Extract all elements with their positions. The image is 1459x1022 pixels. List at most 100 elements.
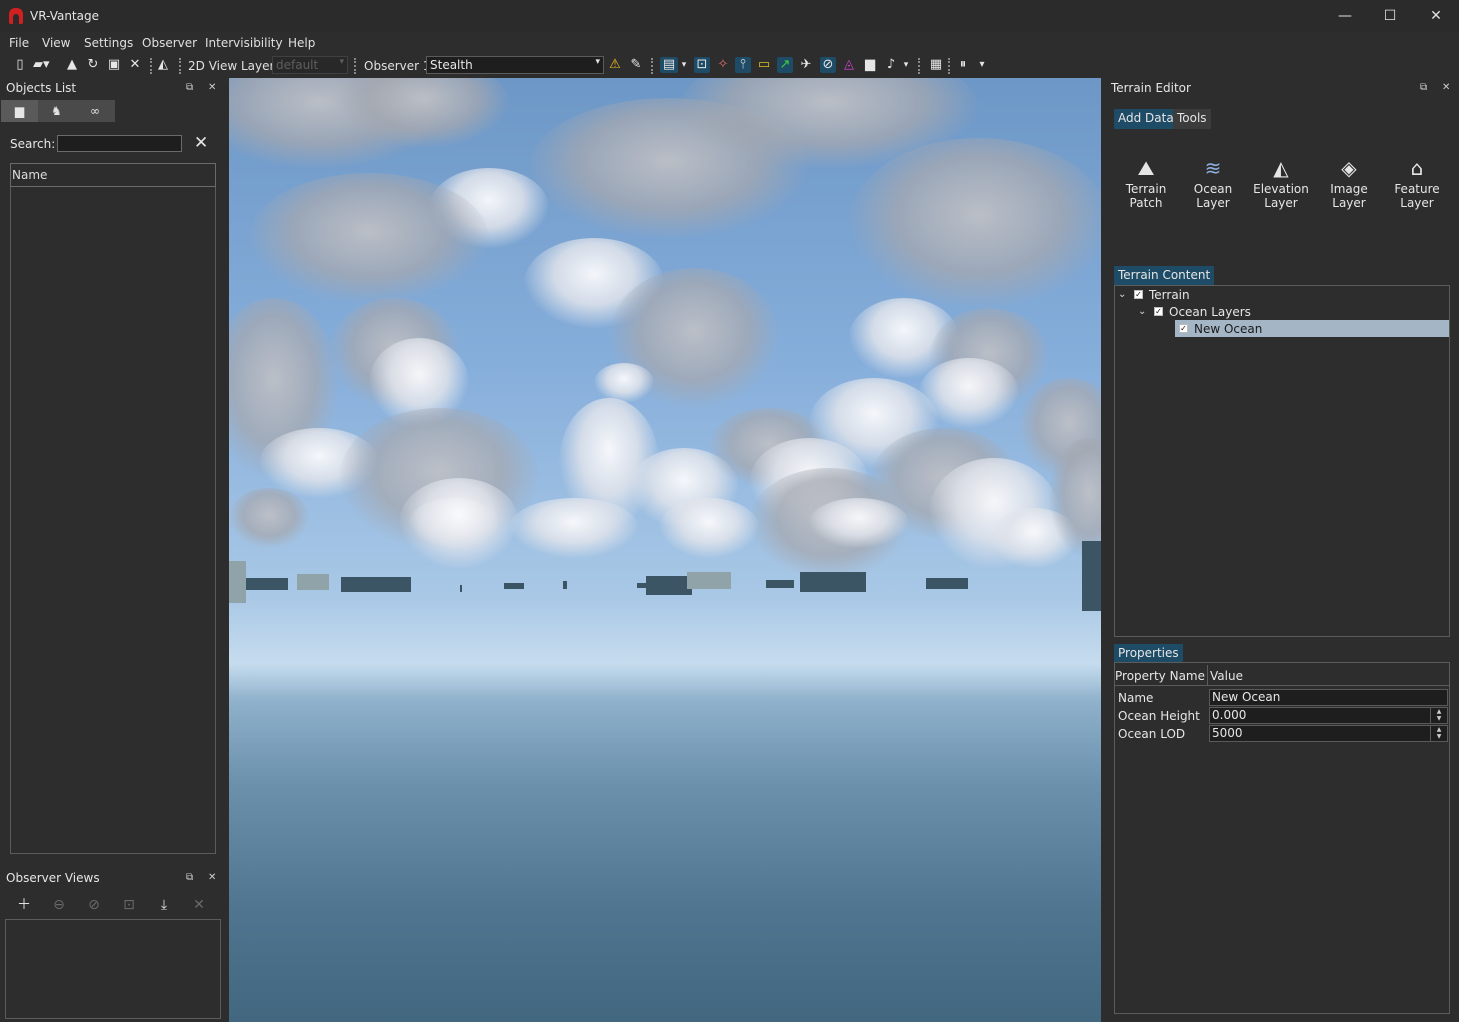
aircraft-icon[interactable]: ✈ bbox=[798, 57, 814, 73]
menu-observer[interactable]: Observer bbox=[142, 36, 197, 50]
chevron-down-icon: ▾ bbox=[339, 57, 344, 67]
tree-item-terrain[interactable]: ⌄ ✓ Terrain bbox=[1118, 286, 1190, 303]
column-header-value[interactable]: Value bbox=[1210, 669, 1243, 683]
add-elevation-layer-button[interactable]: ◭ Elevation Layer bbox=[1250, 154, 1312, 210]
chevron-down-icon[interactable]: ▾ bbox=[901, 57, 911, 73]
chevron-down-icon[interactable]: ▾ bbox=[679, 57, 689, 73]
minimize-button[interactable]: — bbox=[1322, 0, 1368, 32]
map-view-icon[interactable]: ▤ bbox=[660, 57, 678, 73]
close-scenario-icon[interactable]: ✕ bbox=[127, 57, 143, 73]
label-icon[interactable]: ▭ bbox=[756, 57, 772, 73]
maximize-button[interactable]: ☐ bbox=[1367, 0, 1413, 32]
target-icon[interactable]: ✧ bbox=[715, 57, 731, 73]
capture-icon[interactable]: ⊡ bbox=[120, 896, 138, 914]
observer-value: Stealth bbox=[430, 58, 473, 72]
graph-icon[interactable]: ↗ bbox=[777, 57, 793, 73]
spin-arrows-icon[interactable]: ▲ ▼ bbox=[1430, 726, 1447, 741]
add-item-label: Ocean bbox=[1193, 182, 1233, 196]
add-item-label: Layer bbox=[1400, 196, 1434, 210]
entities-icon: ♞ bbox=[51, 104, 62, 118]
observer-views-list[interactable] bbox=[5, 919, 221, 1019]
tab-vehicles[interactable]: ▆ bbox=[1, 100, 38, 122]
close-button[interactable]: ✕ bbox=[1413, 0, 1459, 32]
menu-settings[interactable]: Settings bbox=[84, 36, 133, 50]
column-header-name[interactable]: Name bbox=[10, 163, 216, 187]
chevron-down-icon[interactable]: ⌄ bbox=[1118, 289, 1134, 300]
tree-item-label: New Ocean bbox=[1194, 321, 1263, 336]
ocean-layer-icon: ≋ bbox=[1204, 156, 1222, 180]
add-icon[interactable]: ＋ bbox=[15, 896, 33, 914]
tab-add-data[interactable]: Add Data bbox=[1114, 109, 1178, 129]
cone-icon[interactable]: ◬ bbox=[841, 57, 857, 73]
tab-entities[interactable]: ♞ bbox=[38, 100, 75, 122]
undock-icon[interactable]: ⧉ bbox=[186, 872, 193, 883]
add-feature-layer-button[interactable]: ⌂ Feature Layer bbox=[1386, 154, 1448, 210]
warning-icon[interactable]: ⚠ bbox=[607, 57, 623, 73]
chevron-down-icon[interactable]: ▾ bbox=[975, 57, 989, 73]
prop-label-ocean-lod: Ocean LOD bbox=[1118, 727, 1186, 741]
pause-icon[interactable]: ⏸ bbox=[955, 57, 971, 73]
add-item-label: Layer bbox=[1264, 196, 1298, 210]
delete-icon[interactable]: ✕ bbox=[190, 896, 208, 914]
terrain-content-tree[interactable] bbox=[1114, 285, 1450, 637]
ocean-height-spinbox[interactable]: 0.000 ▲ ▼ bbox=[1209, 707, 1448, 724]
download-icon[interactable]: ⤓ bbox=[155, 896, 173, 914]
terrain-edit-icon[interactable]: ◭ bbox=[155, 57, 171, 73]
reload-icon[interactable]: ↻ bbox=[85, 57, 101, 73]
menu-file[interactable]: File bbox=[9, 36, 29, 50]
prop-label-ocean-height: Ocean Height bbox=[1118, 709, 1200, 723]
zoom-extent-icon[interactable]: ⊡ bbox=[694, 57, 710, 73]
tree-item-label: Terrain bbox=[1149, 287, 1190, 302]
ocean-lod-spinbox[interactable]: 5000 ▲ ▼ bbox=[1209, 725, 1448, 742]
view-layer-value: default bbox=[276, 58, 319, 72]
add-item-label: Image bbox=[1330, 182, 1368, 196]
new-file-icon[interactable]: ▯ bbox=[12, 57, 28, 73]
spin-arrows-icon[interactable]: ▲ ▼ bbox=[1430, 708, 1447, 723]
view-layer-select[interactable]: default ▾ bbox=[272, 56, 348, 74]
tree-item-ocean-layers[interactable]: ⌄ ✓ Ocean Layers bbox=[1138, 303, 1251, 320]
new-ocean-checkbox[interactable]: ✓ bbox=[1179, 324, 1188, 333]
terrain-icon[interactable]: ▲ bbox=[64, 57, 80, 73]
objects-table[interactable] bbox=[10, 163, 216, 854]
vehicle-icon[interactable]: ▆ bbox=[862, 57, 878, 73]
close-panel-icon[interactable]: ✕ bbox=[1442, 82, 1450, 93]
undock-icon[interactable]: ⧉ bbox=[186, 82, 193, 93]
3d-viewport[interactable] bbox=[229, 78, 1101, 1022]
menu-view[interactable]: View bbox=[42, 36, 70, 50]
chevron-down-icon[interactable]: ⌄ bbox=[1138, 306, 1154, 317]
terrain-content-title: Terrain Content bbox=[1114, 266, 1215, 285]
tree-item-new-ocean[interactable]: ✓ New Ocean bbox=[1175, 320, 1449, 337]
undock-icon[interactable]: ⧉ bbox=[1420, 82, 1427, 93]
feature-layer-icon: ⌂ bbox=[1410, 156, 1424, 180]
ruler-icon[interactable]: ✎ bbox=[628, 57, 644, 73]
link-icon[interactable]: ⊖ bbox=[50, 896, 68, 914]
clear-search-icon[interactable]: ✕ bbox=[194, 133, 208, 153]
compass-icon[interactable]: ⊘ bbox=[820, 57, 836, 73]
prop-name-field[interactable]: New Ocean bbox=[1209, 689, 1448, 706]
layout-icon[interactable]: ▦ bbox=[928, 57, 944, 73]
add-image-layer-button[interactable]: ◈ Image Layer bbox=[1318, 154, 1380, 210]
close-panel-icon[interactable]: ✕ bbox=[208, 82, 216, 93]
objects-panel-title: Objects List bbox=[6, 81, 77, 95]
search-input[interactable] bbox=[57, 135, 182, 152]
observer-select[interactable]: Stealth ▾ bbox=[426, 56, 604, 74]
hide-icon[interactable]: ⊘ bbox=[85, 896, 103, 914]
tab-binoculars[interactable]: ∞ bbox=[75, 100, 115, 122]
ocean-height-value: 0.000 bbox=[1212, 708, 1247, 722]
menu-intervisibility[interactable]: Intervisibility bbox=[205, 36, 283, 50]
sound-icon[interactable]: ♪ bbox=[883, 57, 899, 73]
close-panel-icon[interactable]: ✕ bbox=[208, 872, 216, 883]
toolbar: ▯ ▰▾ ▲ ↻ ▣ ✕ ◭ 2D View Layer: default ▾ … bbox=[0, 54, 1459, 78]
add-ocean-layer-button[interactable]: ≋ Ocean Layer bbox=[1182, 154, 1244, 210]
terrain-checkbox[interactable]: ✓ bbox=[1134, 290, 1143, 299]
tab-tools[interactable]: Tools bbox=[1173, 109, 1211, 129]
ocean-layers-checkbox[interactable]: ✓ bbox=[1154, 307, 1163, 316]
vehicles-icon: ▆ bbox=[14, 104, 25, 118]
save-icon[interactable]: ▣ bbox=[106, 57, 122, 73]
open-folder-icon[interactable]: ▰▾ bbox=[33, 57, 50, 73]
column-header-property-name[interactable]: Property Name bbox=[1115, 669, 1205, 683]
menu-help[interactable]: Help bbox=[288, 36, 315, 50]
los-icon[interactable]: ⫯ bbox=[735, 57, 751, 73]
add-terrain-patch-button[interactable]: ⛰ Terrain Patch bbox=[1115, 154, 1177, 210]
menu-bar: File View Settings Observer Intervisibil… bbox=[0, 32, 1459, 54]
